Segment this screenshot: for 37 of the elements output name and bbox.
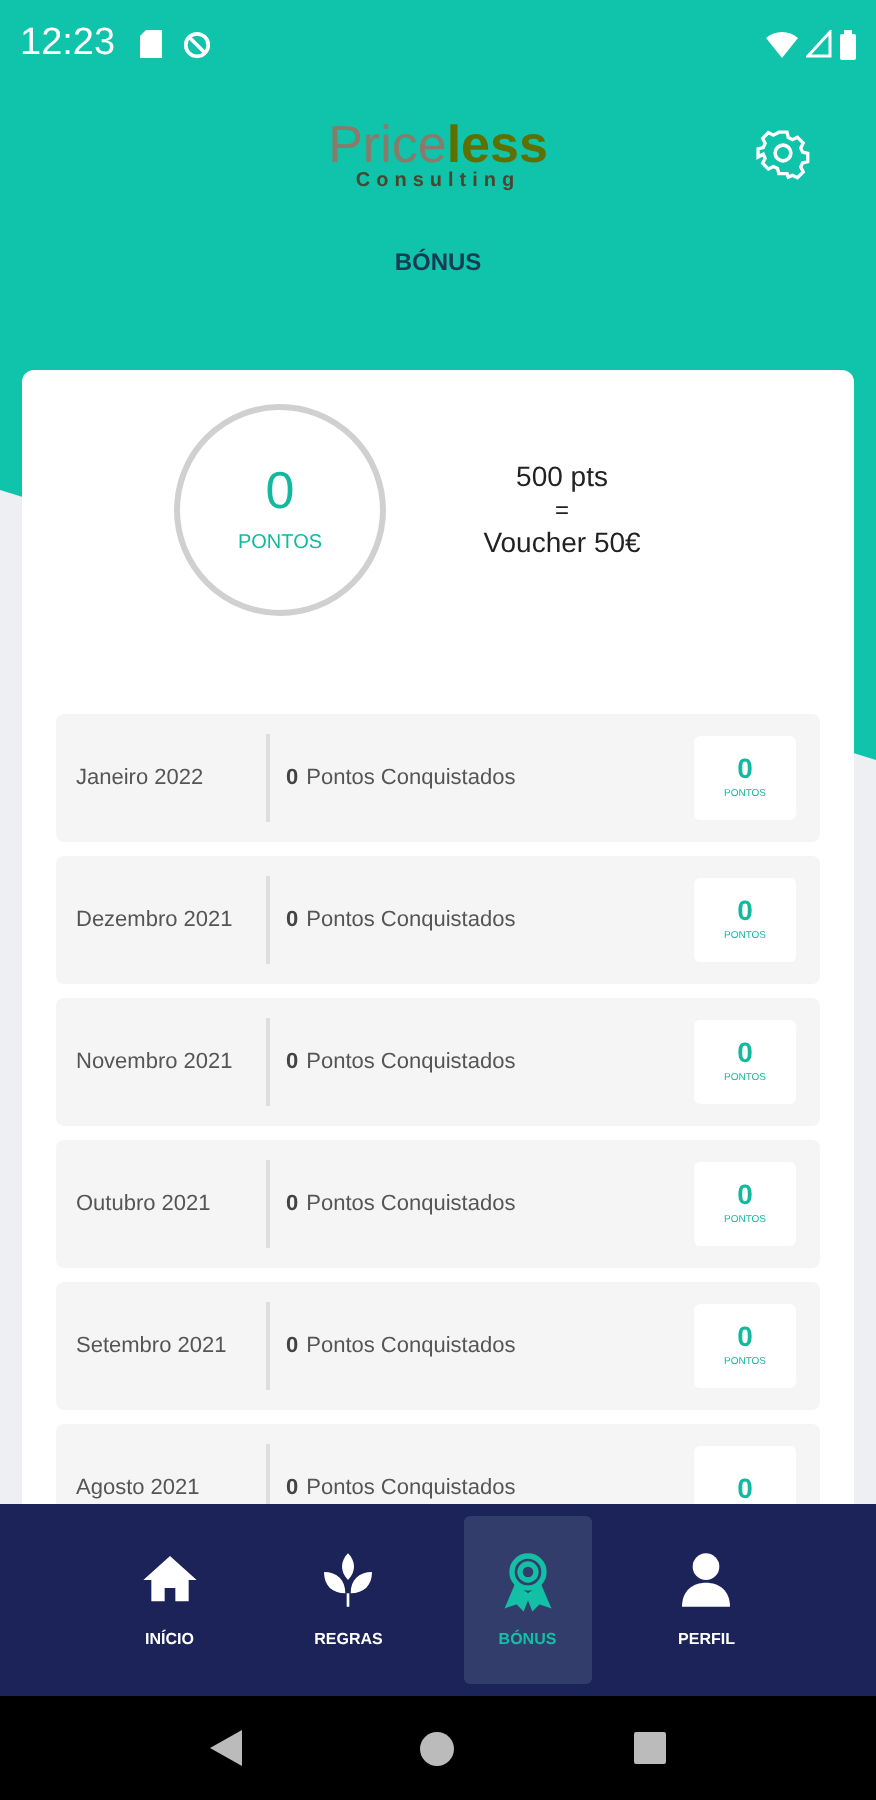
earned-value: 0 [286, 1047, 299, 1078]
earned-label: Pontos Conquistados [306, 1047, 518, 1078]
rule-reward: Voucher 50€ [483, 524, 641, 562]
earned-value: 0 [286, 905, 299, 936]
logo: Priceless Consulting [328, 117, 548, 191]
nav-tab[interactable]: REGRAS [284, 1516, 413, 1684]
back-icon[interactable] [209, 1730, 242, 1766]
signal-icon [806, 30, 832, 58]
earned-label: Pontos Conquistados [306, 763, 518, 794]
month-label: Agosto 2021 [74, 1473, 202, 1504]
earned-label: Pontos Conquistados [306, 1189, 518, 1220]
nav-tab[interactable]: INÍCIO [105, 1516, 234, 1684]
month-label: Janeiro 2022 [74, 763, 206, 794]
home-button-icon[interactable] [420, 1731, 455, 1765]
battery-icon [840, 29, 856, 59]
earned-label: Pontos Conquistados [306, 905, 518, 936]
rule-equals: = [554, 498, 569, 522]
points-value: 0 [265, 463, 295, 515]
month-label: Novembro 2021 [74, 1047, 235, 1078]
points-badge: 0 [694, 1446, 796, 1504]
earned-value: 0 [286, 1473, 299, 1504]
month-label: Dezembro 2021 [74, 905, 235, 936]
earned-label: Pontos Conquistados [306, 1331, 518, 1362]
recents-icon[interactable] [634, 1732, 667, 1764]
status-time: 12:23 [20, 19, 116, 68]
earned-value: 0 [286, 1331, 299, 1362]
wifi-icon [766, 30, 798, 58]
month-label: Setembro 2021 [74, 1331, 229, 1362]
earned-value: 0 [286, 1189, 299, 1220]
month-label: Outubro 2021 [74, 1189, 213, 1220]
nav-tab[interactable]: PERFIL [642, 1516, 771, 1684]
earned-value: 0 [286, 763, 299, 794]
rule-points: 500 pts [516, 458, 608, 496]
nav-tab[interactable]: BÓNUS [463, 1516, 592, 1684]
earned-label: Pontos Conquistados [306, 1473, 518, 1504]
points-label: PONTOS [237, 529, 323, 557]
page-title: BÓNUS [394, 245, 482, 279]
